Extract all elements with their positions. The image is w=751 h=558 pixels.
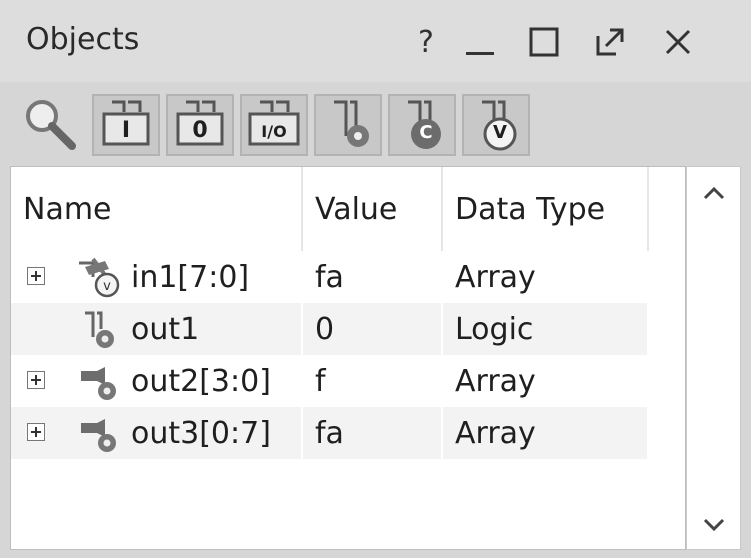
maximize-icon — [529, 27, 559, 57]
filter-internal-signals-button[interactable] — [314, 94, 382, 156]
svg-text:v: v — [103, 279, 111, 294]
close-icon — [665, 29, 691, 55]
panel-title-bar: Objects ? — [0, 0, 751, 82]
vertical-scrollbar[interactable] — [686, 166, 741, 550]
expand-toggle[interactable] — [27, 371, 45, 389]
table-row[interactable]: out1 0 Logic — [11, 303, 685, 355]
variable-label: V — [493, 122, 507, 143]
float-button[interactable] — [588, 20, 632, 64]
signal-name: in1[7:0] — [131, 259, 250, 295]
minimize-button[interactable] — [458, 20, 502, 64]
object-toolbar: I 0 I/O C V — [0, 82, 751, 162]
filter-variables-button[interactable]: V — [462, 94, 530, 156]
bus-variable-icon: v — [79, 257, 120, 298]
signal-value: 0 — [303, 303, 441, 355]
signal-data-type: Array — [443, 251, 647, 303]
objects-table: Name Value Data Type v in1[7:0] fa Array — [10, 166, 686, 550]
signal-name: out1 — [131, 311, 200, 347]
signal-output-icon — [85, 311, 114, 348]
internal-signal-icon — [334, 100, 369, 147]
output-port-label: 0 — [192, 118, 208, 143]
name-cell: out1 — [11, 303, 301, 355]
column-header-data-type[interactable]: Data Type — [443, 167, 649, 251]
filter-output-ports-button[interactable]: 0 — [166, 94, 234, 156]
help-button[interactable]: ? — [404, 20, 448, 64]
signal-data-type: Array — [443, 355, 647, 407]
search-icon — [26, 100, 76, 150]
name-cell: out2[3:0] — [11, 355, 301, 407]
table-row[interactable]: out3[0:7] fa Array — [11, 407, 685, 459]
close-button[interactable] — [656, 20, 700, 64]
inout-port-label: I/O — [261, 122, 287, 141]
filter-constants-button[interactable]: C — [388, 94, 456, 156]
signal-data-type: Array — [443, 407, 647, 459]
search-button[interactable] — [20, 94, 80, 154]
scroll-down-button[interactable] — [687, 505, 740, 545]
filter-inout-ports-button[interactable]: I/O — [240, 94, 308, 156]
signal-name: out2[3:0] — [131, 363, 271, 399]
help-icon: ? — [418, 24, 434, 60]
name-cell: out3[0:7] — [11, 407, 301, 459]
chevron-down-icon — [703, 518, 724, 532]
filter-input-ports-button[interactable]: I — [92, 94, 160, 156]
chevron-up-icon — [703, 186, 724, 200]
panel-title: Objects — [26, 22, 140, 57]
bus-output-icon — [81, 419, 116, 452]
constant-label: C — [419, 122, 433, 143]
bus-output-icon — [81, 367, 116, 400]
column-header-value[interactable]: Value — [303, 167, 443, 251]
table-row[interactable]: v in1[7:0] fa Array — [11, 251, 685, 303]
signal-data-type: Logic — [443, 303, 647, 355]
signal-value: fa — [303, 407, 441, 459]
minimize-icon — [466, 52, 494, 55]
maximize-button[interactable] — [522, 20, 566, 64]
input-port-label: I — [121, 118, 131, 143]
expand-toggle[interactable] — [27, 423, 45, 441]
expand-toggle[interactable] — [27, 267, 45, 285]
table-row[interactable]: out2[3:0] f Array — [11, 355, 685, 407]
signal-value: f — [303, 355, 441, 407]
signal-name: out3[0:7] — [131, 415, 271, 451]
signal-value: fa — [303, 251, 441, 303]
column-header-name[interactable]: Name — [11, 167, 303, 251]
float-window-icon — [596, 28, 624, 56]
table-header: Name Value Data Type — [11, 167, 685, 251]
name-cell: v in1[7:0] — [11, 251, 301, 303]
scroll-up-button[interactable] — [687, 173, 740, 213]
